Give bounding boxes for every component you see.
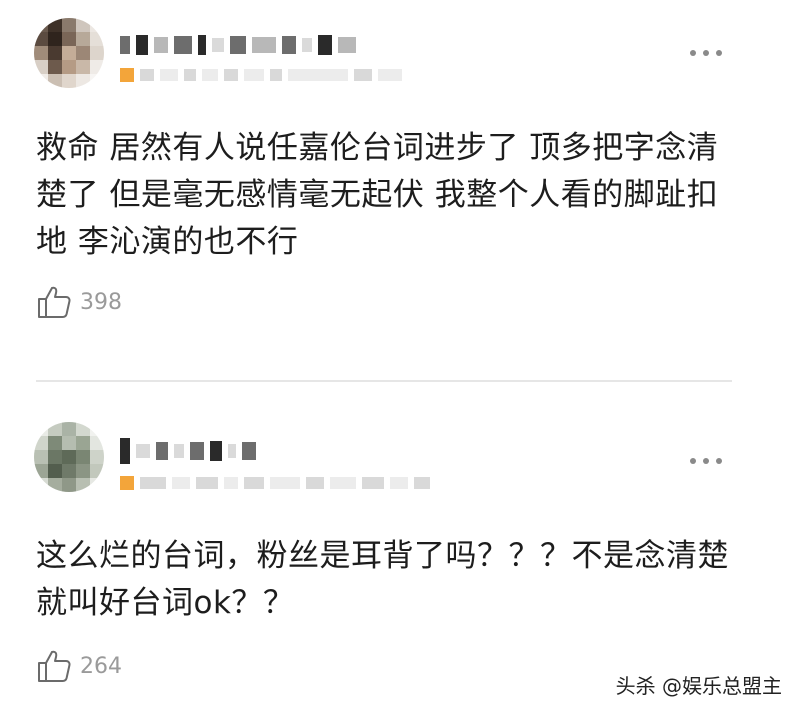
like-button[interactable]: 398 <box>36 284 122 320</box>
comment-card: 这么烂的台词，粉丝是耳背了吗？？？不是念清楚就叫好台词ok？？ 264 <box>0 384 800 711</box>
like-count: 398 <box>80 289 122 315</box>
avatar[interactable] <box>34 18 104 88</box>
user-meta-blurred <box>120 474 430 492</box>
comment-text: 这么烂的台词，粉丝是耳背了吗？？？不是念清楚就叫好台词ok？？ <box>36 538 729 621</box>
user-meta-blurred <box>120 66 402 84</box>
thumbs-up-icon <box>38 286 71 318</box>
comment-text: 救命 居然有人说任嘉伦台词进步了 顶多把字念清楚了 但是毫无感情毫无起伏 我整个… <box>36 130 719 260</box>
more-options-icon[interactable] <box>690 455 722 467</box>
thumbs-up-icon <box>38 650 71 682</box>
username-blurred[interactable] <box>120 34 356 56</box>
like-count: 264 <box>80 653 122 679</box>
username-blurred[interactable] <box>120 438 256 464</box>
more-options-icon[interactable] <box>690 47 722 59</box>
like-button[interactable]: 264 <box>36 648 122 684</box>
divider <box>36 380 732 382</box>
avatar[interactable] <box>34 422 104 492</box>
watermark: 头杀 @娱乐总盟主 <box>615 674 782 698</box>
comment-card: 救命 居然有人说任嘉伦台词进步了 顶多把字念清楚了 但是毫无感情毫无起伏 我整个… <box>0 0 800 380</box>
